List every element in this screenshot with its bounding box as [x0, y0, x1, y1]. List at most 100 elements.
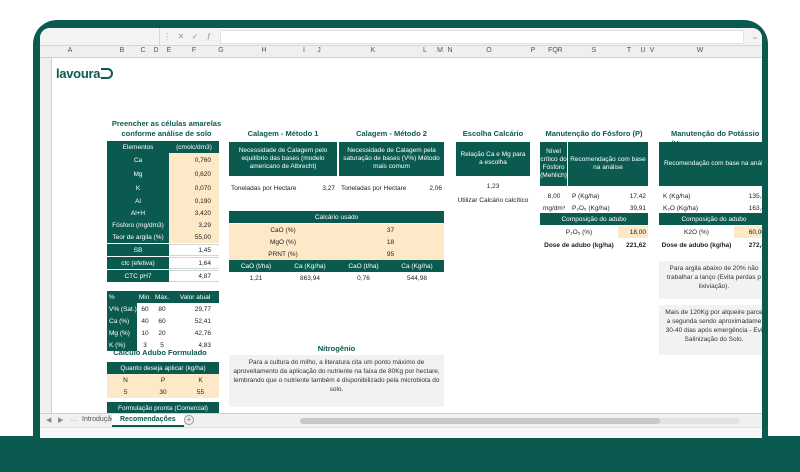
fosforo-composicao-title: Composição do adubo	[540, 213, 648, 225]
expand-chevron-icon[interactable]: ⌄	[748, 32, 762, 41]
calagem1-label: Toneladas por Hectare	[231, 184, 297, 192]
percent-max: 20	[158, 329, 166, 337]
column-header[interactable]: R	[557, 47, 562, 54]
column-header[interactable]: A	[68, 47, 73, 54]
column-header[interactable]: G	[218, 47, 223, 54]
cancel-icon[interactable]: ✕	[174, 32, 188, 41]
nitrogenio-title: Nitrogênio	[317, 344, 356, 353]
column-header[interactable]: N	[447, 47, 452, 54]
calcario-value-cell[interactable]: 37	[337, 224, 444, 236]
elemento-value-cell[interactable]: 0,620	[169, 167, 219, 181]
fosforo-composicao-label: P₂O₅ (%)	[565, 228, 593, 236]
scrollbar-thumb[interactable]	[300, 418, 660, 424]
column-header[interactable]: H	[261, 47, 266, 54]
potassio-dose-row: Dose de adubo (kg/ha) 272,4	[659, 239, 762, 251]
percent-header: Min.	[138, 293, 152, 301]
name-box[interactable]	[40, 28, 160, 46]
column-header[interactable]: S	[592, 47, 597, 54]
elemento-value-cell[interactable]: 0,070	[169, 181, 219, 195]
calcario-sub-value: 1,21	[249, 274, 263, 282]
horizontal-scrollbar[interactable]	[300, 418, 740, 424]
calcario-sub-value: 863,94	[300, 274, 320, 282]
adubo-formulado-header: Quanto deseja aplicar (kg/ha)	[107, 362, 219, 374]
column-header[interactable]: V	[650, 47, 655, 54]
fosforo-composicao-value-cell[interactable]: 18,00	[618, 226, 648, 238]
calcario-value-cell[interactable]: 95	[337, 248, 444, 260]
logo-text: lavoura	[56, 66, 101, 81]
elemento-label: Al+H	[107, 207, 169, 219]
fosforo-header: Nível crítico do Fósforo (Mehlich) Recom…	[540, 142, 648, 186]
column-header[interactable]: K	[371, 47, 376, 54]
next-sheet-icon[interactable]: ▶	[58, 416, 63, 424]
fosforo-col-a: 8,00	[547, 192, 561, 200]
column-header[interactable]: J	[317, 47, 321, 54]
confirm-icon[interactable]: ✓	[188, 32, 202, 41]
calcario-sub-header: Ca (Kg/ha)	[283, 260, 337, 272]
elemento-value-cell[interactable]: 0,190	[169, 195, 219, 207]
column-header[interactable]: M	[437, 47, 443, 54]
potassio-value: 135,8	[748, 192, 762, 200]
percent-header: Valor atual	[179, 293, 211, 301]
calcario-value-cell[interactable]: 18	[337, 236, 444, 248]
percent-current: 42,76	[194, 329, 211, 337]
sb-value: 1,64	[169, 257, 219, 269]
percent-min: 40	[141, 317, 149, 325]
elemento-value-cell[interactable]: 55,00	[169, 231, 219, 243]
column-header[interactable]: E	[167, 47, 172, 54]
prev-sheet-icon[interactable]: ◀	[46, 416, 51, 424]
function-icon[interactable]: ƒ	[202, 32, 216, 41]
elemento-label: Mg	[107, 167, 169, 181]
potassio-table: K (Kg/ha) 135,8 K₂O (Kg/ha) 163,4	[659, 190, 762, 214]
potassio-composicao-value-cell[interactable]: 60,00	[734, 226, 762, 238]
column-header[interactable]: D	[153, 47, 158, 54]
column-header[interactable]: B	[120, 47, 125, 54]
logo-mark-icon	[101, 68, 114, 79]
formula-input[interactable]	[220, 29, 744, 44]
elemento-value-cell[interactable]: 3,29	[169, 219, 219, 231]
device-frame: ⋮ ✕ ✓ ƒ ⌄ A B C D E F G H I J K L M N O …	[0, 0, 800, 472]
percent-row-label: Ca (%)	[107, 315, 137, 327]
fosforo-dose-row: Dose de adubo (kg/ha) 221,62	[540, 239, 648, 251]
calagem1-title: Calagem - Método 1	[247, 129, 319, 138]
calagem2-title: Calagem - Método 2	[356, 129, 427, 138]
tab-recomendacoes[interactable]: Recomendações	[112, 414, 184, 427]
column-header[interactable]: C	[140, 47, 145, 54]
elemento-value-cell[interactable]: 3,420	[169, 207, 219, 219]
add-sheet-icon[interactable]: +	[184, 415, 194, 425]
column-header[interactable]: O	[486, 47, 491, 54]
elementos-table: Elementos (cmolc/dm3) Ca 0,760 Mg 0,620 …	[107, 141, 219, 243]
fosforo-dose-value: 221,62	[626, 241, 646, 249]
column-header[interactable]: L	[423, 47, 427, 54]
percent-min: 10	[141, 329, 149, 337]
fosforo-col-b: P (Kg/ha)	[572, 192, 600, 200]
nitrogenio-text: Para a cultura do milho, a literatura ci…	[229, 355, 444, 407]
instructions-line1: Preencher as células amarelas	[111, 119, 222, 128]
column-header[interactable]: U	[640, 47, 645, 54]
column-header[interactable]: F	[192, 47, 196, 54]
adubo-nutriente-value-cell[interactable]: 5	[107, 386, 144, 398]
spreadsheet-window: ⋮ ✕ ✓ ƒ ⌄ A B C D E F G H I J K L M N O …	[40, 28, 762, 438]
escolha-header: Relação Ca e Mg para a escolha	[456, 142, 530, 176]
calcario-sub-value: 544,98	[407, 274, 427, 282]
calcario-table: CaO (%) 37 MgO (%) 18 PRNT (%) 95 CaO (t…	[229, 224, 444, 284]
escolha-title: Escolha Calcário	[462, 129, 524, 138]
percent-min: 60	[141, 305, 149, 313]
fosforo-dose-label: Dose de adubo (kg/ha)	[544, 241, 614, 249]
fosforo-header-right: Recomendação com base na análise	[568, 142, 648, 186]
potassio-header: Recomendação com base na análi	[659, 142, 762, 186]
column-header[interactable]: T	[627, 47, 631, 54]
column-header[interactable]: I	[303, 47, 305, 54]
adubo-nutriente-value-cell[interactable]: 55	[182, 386, 219, 398]
column-header[interactable]: P	[531, 47, 536, 54]
escolha-value: 1,23	[486, 182, 500, 190]
column-header[interactable]: FQ	[548, 47, 558, 54]
more-icon[interactable]: ⋮	[160, 32, 174, 41]
column-header[interactable]: W	[697, 47, 704, 54]
calcario-sub-header: CaO (t/ha)	[337, 260, 390, 272]
potassio-composicao-row: K2O (%) 60,00	[659, 226, 762, 238]
calagem1-value: 3,27	[322, 184, 335, 192]
adubo-nutriente-value-cell[interactable]: 30	[144, 386, 182, 398]
status-bar	[40, 427, 762, 438]
percent-row-label: V% (Sat.)	[107, 303, 137, 315]
elemento-value-cell[interactable]: 0,760	[169, 153, 219, 167]
